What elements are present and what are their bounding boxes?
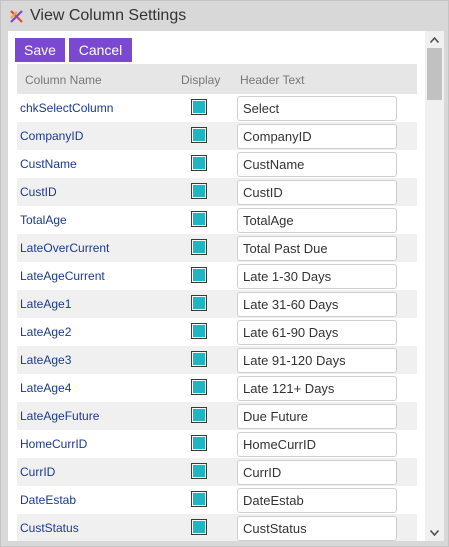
display-checkbox[interactable]: [191, 463, 207, 479]
display-checkbox[interactable]: [191, 379, 207, 395]
header-text-input[interactable]: CustID: [237, 180, 397, 205]
header-text-input[interactable]: Late 121+ Days: [237, 376, 397, 401]
display-checkbox[interactable]: [191, 183, 207, 199]
table-row: CustName CustName: [17, 150, 417, 178]
checkbox-checked-mark: [193, 241, 205, 253]
header-text-input[interactable]: CurrID: [237, 460, 397, 485]
display-checkbox[interactable]: [191, 407, 207, 423]
scroll-down-arrow-icon[interactable]: [425, 524, 444, 541]
checkbox-checked-mark: [193, 269, 205, 281]
display-checkbox[interactable]: [191, 435, 207, 451]
checkbox-checked-mark: [193, 325, 205, 337]
header-text-input[interactable]: TotalAge: [237, 208, 397, 233]
checkbox-checked-mark: [193, 493, 205, 505]
table-row: chkSelectColumn Select: [17, 94, 417, 122]
header-text-input[interactable]: Late 61-90 Days: [237, 320, 397, 345]
table-row: LateAge4 Late 121+ Days: [17, 374, 417, 402]
table-row: TotalAge TotalAge: [17, 206, 417, 234]
column-settings-table: chkSelectColumn Select CompanyID CompanyID C…: [17, 94, 417, 541]
table-row: HomeCurrID HomeCurrID: [17, 430, 417, 458]
column-name: LateAgeCurrent: [20, 269, 105, 283]
display-checkbox[interactable]: [191, 211, 207, 227]
table-row: LateAgeCurrent Late 1-30 Days: [17, 262, 417, 290]
column-name: LateOverCurrent: [20, 241, 110, 255]
header-text-input[interactable]: CustName: [237, 152, 397, 177]
display-checkbox[interactable]: [191, 351, 207, 367]
checkbox-checked-mark: [193, 353, 205, 365]
column-name: LateAge2: [20, 325, 72, 339]
checkbox-checked-mark: [193, 213, 205, 225]
table-row: LateAge2 Late 61-90 Days: [17, 318, 417, 346]
table-row: CompanyID CompanyID: [17, 122, 417, 150]
dialog-content: Save Cancel Column Name Display Header T…: [8, 31, 444, 541]
column-name: chkSelectColumn: [20, 101, 114, 115]
column-name: HomeCurrID: [20, 437, 88, 451]
checkbox-checked-mark: [193, 381, 205, 393]
display-checkbox[interactable]: [191, 155, 207, 171]
header-text-input[interactable]: HomeCurrID: [237, 432, 397, 457]
table-row: CurrID CurrID: [17, 458, 417, 486]
column-name: LateAge4: [20, 381, 72, 395]
header-text-input[interactable]: Due Future: [237, 404, 397, 429]
header-text-header: Header Text: [240, 73, 305, 87]
header-text-input[interactable]: Late 91-120 Days: [237, 348, 397, 373]
table-row: LateAgeFuture Due Future: [17, 402, 417, 430]
column-name: TotalAge: [20, 213, 67, 227]
header-text-input[interactable]: Late 31-60 Days: [237, 292, 397, 317]
display-checkbox[interactable]: [191, 295, 207, 311]
table-row: LateOverCurrent Total Past Due: [17, 234, 417, 262]
column-name: DateEstab: [20, 493, 77, 507]
checkbox-checked-mark: [193, 297, 205, 309]
header-text-input[interactable]: Select: [237, 96, 397, 121]
checkbox-checked-mark: [193, 521, 205, 533]
header-text-input[interactable]: Late 1-30 Days: [237, 264, 397, 289]
vertical-scrollbar[interactable]: [425, 31, 444, 541]
header-text-input[interactable]: CustStatus: [237, 516, 397, 541]
checkbox-checked-mark: [193, 157, 205, 169]
column-name: CustStatus: [20, 521, 79, 535]
column-name: LateAge3: [20, 353, 72, 367]
table-header: Column Name Display Header Text: [17, 64, 417, 94]
column-name: LateAge1: [20, 297, 72, 311]
header-text-input[interactable]: CompanyID: [237, 124, 397, 149]
column-settings-dialog: View Column Settings Save Cancel Column …: [0, 0, 449, 547]
checkbox-checked-mark: [193, 129, 205, 141]
save-button[interactable]: Save: [15, 38, 65, 62]
table-row: LateAge1 Late 31-60 Days: [17, 290, 417, 318]
table-row: LateAge3 Late 91-120 Days: [17, 346, 417, 374]
table-row: CustID CustID: [17, 178, 417, 206]
column-name: CustID: [20, 185, 57, 199]
display-checkbox[interactable]: [191, 99, 207, 115]
header-text-input[interactable]: DateEstab: [237, 488, 397, 513]
display-checkbox[interactable]: [191, 491, 207, 507]
checkbox-checked-mark: [193, 409, 205, 421]
checkbox-checked-mark: [193, 437, 205, 449]
column-name: CurrID: [20, 465, 56, 479]
display-checkbox[interactable]: [191, 519, 207, 535]
scroll-up-arrow-icon[interactable]: [425, 31, 444, 48]
column-name: CompanyID: [20, 129, 84, 143]
display-checkbox[interactable]: [191, 127, 207, 143]
title-bar: View Column Settings: [1, 1, 448, 31]
app-logo-icon: [10, 9, 23, 23]
display-checkbox[interactable]: [191, 323, 207, 339]
cancel-button[interactable]: Cancel: [69, 38, 132, 62]
display-checkbox[interactable]: [191, 239, 207, 255]
display-checkbox[interactable]: [191, 267, 207, 283]
table-row: CustStatus CustStatus: [17, 514, 417, 541]
table-row: DateEstab DateEstab: [17, 486, 417, 514]
column-name: LateAgeFuture: [20, 409, 100, 423]
scrollbar-thumb[interactable]: [427, 48, 442, 100]
column-name: CustName: [20, 157, 77, 171]
dialog-title: View Column Settings: [30, 7, 187, 24]
header-text-input[interactable]: Total Past Due: [237, 236, 397, 261]
checkbox-checked-mark: [193, 185, 205, 197]
checkbox-checked-mark: [193, 465, 205, 477]
display-header: Display: [181, 73, 221, 87]
checkbox-checked-mark: [193, 101, 205, 113]
column-name-header: Column Name: [25, 73, 102, 87]
